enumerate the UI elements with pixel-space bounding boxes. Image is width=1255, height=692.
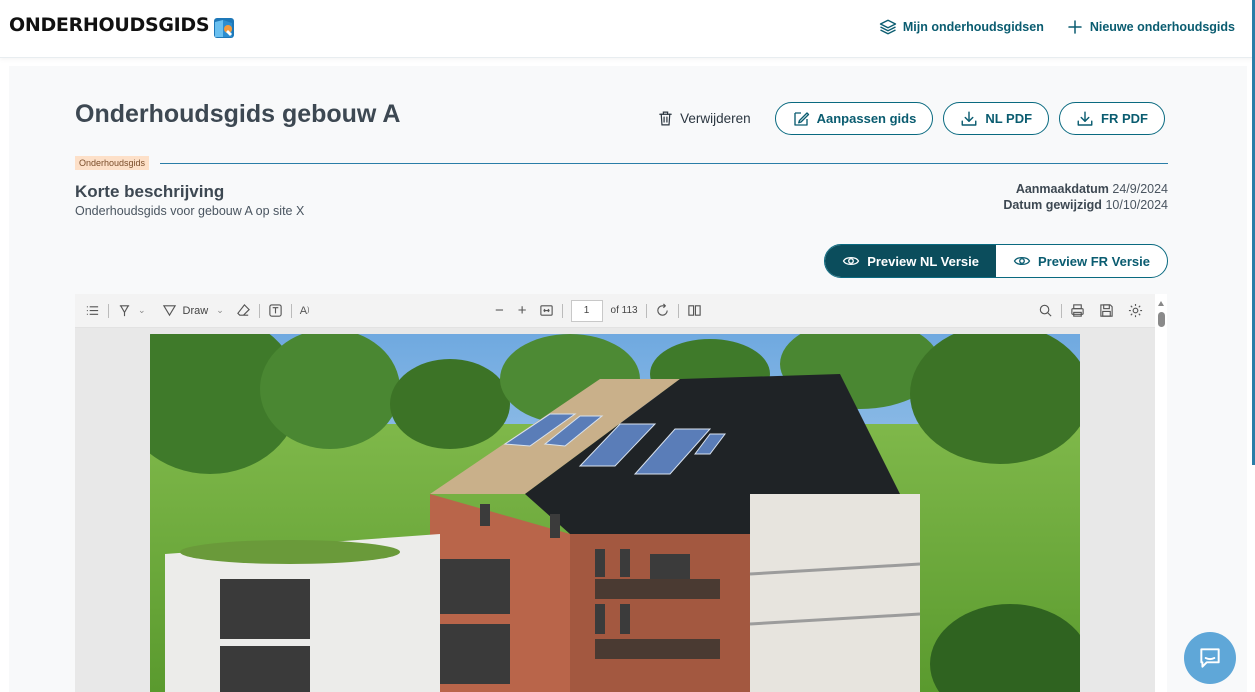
logo-icon [214,18,235,38]
edit-icon [793,111,809,126]
modified-label: Datum gewijzigd [1003,198,1102,212]
top-header: ONDERHOUDSGIDS Mijn onderhoudsgidsen Nie… [0,0,1255,58]
page-view-icon[interactable] [687,303,702,318]
preview-fr-button[interactable]: Preview FR Versie [996,245,1167,277]
description-text: Onderhoudsgids voor gebouw A op site X [75,204,305,218]
preview-nl-button[interactable]: Preview NL Versie [825,245,996,277]
new-guide-label: Nieuwe onderhoudsgids [1089,20,1235,34]
rotate-icon[interactable] [655,303,670,318]
save-icon[interactable] [1099,303,1114,318]
top-navigation: Mijn onderhoudsgidsen Nieuwe onderhoudsg… [879,18,1235,36]
pdf-toolbar: ⌄ Draw ⌄ A) − + 1 of 113 [75,294,1155,328]
toolbar-separator [561,303,563,318]
draw-icon[interactable] [162,303,177,318]
eye-icon [842,256,860,266]
logo-text: ONDERHOUDSGIDS [9,14,210,36]
new-guide-link[interactable]: Nieuwe onderhoudsgids [1066,18,1235,36]
scroll-thumb[interactable] [1158,312,1165,327]
building-illustration [150,334,1080,692]
toolbar-separator [258,303,260,318]
my-guides-label: Mijn onderhoudsgidsen [902,20,1044,34]
draw-label[interactable]: Draw [183,305,209,317]
scroll-up-arrow[interactable] [1158,301,1164,306]
fit-page-icon[interactable] [539,303,554,318]
edit-guide-button[interactable]: Aanpassen gids [774,102,934,135]
chat-button[interactable] [1184,632,1236,684]
chevron-down-icon[interactable]: ⌄ [216,305,224,316]
read-aloud-icon[interactable]: A) [300,305,310,317]
layers-icon [879,19,897,35]
chat-icon [1200,648,1220,668]
delete-label: Verwijderen [680,111,751,126]
search-icon[interactable] [1038,303,1053,318]
preview-language-toggle: Preview NL Versie Preview FR Versie [824,244,1168,278]
fr-pdf-button[interactable]: FR PDF [1059,102,1165,135]
eraser-icon[interactable] [236,303,251,318]
viewer-scrollbar[interactable] [1155,294,1167,692]
pdf-viewer: ⌄ Draw ⌄ A) − + 1 of 113 [75,294,1155,692]
toolbar-separator [108,303,109,318]
created-label: Aanmaakdatum [1015,182,1109,196]
trash-icon [659,111,672,126]
guide-actions: Verwijderen Aanpassen gids NL PDF FR PDF [643,102,1165,135]
toolbar-separator [677,303,679,318]
created-value: 24/9/2024 [1112,182,1168,196]
nl-pdf-button[interactable]: NL PDF [943,102,1050,135]
zoom-out-icon[interactable]: − [495,302,504,319]
page-total: of 113 [610,305,638,316]
created-row: Aanmaakdatum 24/9/2024 [1003,181,1168,197]
preview-nl-label: Preview NL Versie [867,253,979,269]
description-title: Korte beschrijving [75,182,225,201]
toolbar-separator [645,303,647,318]
page-title: Onderhoudsgids gebouw A [75,100,401,128]
delete-button[interactable]: Verwijderen [643,104,765,133]
page-number-input[interactable]: 1 [570,299,603,322]
text-box-icon[interactable] [268,303,283,318]
print-icon[interactable] [1070,303,1085,318]
pdf-page-image [150,334,1080,692]
guide-metadata: Aanmaakdatum 24/9/2024 Datum gewijzigd 1… [1003,181,1168,213]
logo[interactable]: ONDERHOUDSGIDS [9,12,238,38]
download-icon [1077,111,1093,126]
eye-icon [1013,256,1031,266]
edit-guide-label: Aanpassen gids [816,111,917,126]
toolbar-separator [290,303,292,318]
toolbar-separator [1061,303,1062,318]
preview-fr-label: Preview FR Versie [1037,253,1150,269]
modified-row: Datum gewijzigd 10/10/2024 [1003,197,1168,213]
zoom-in-icon[interactable]: + [518,302,527,319]
highlight-icon[interactable] [117,303,132,318]
nl-pdf-label: NL PDF [985,111,1033,126]
divider-line [160,163,1168,164]
fr-pdf-label: FR PDF [1101,111,1148,126]
toc-icon[interactable] [85,303,100,318]
settings-icon[interactable] [1128,303,1143,318]
chevron-down-icon[interactable]: ⌄ [138,305,146,316]
modified-value: 10/10/2024 [1105,198,1168,212]
download-icon [961,111,977,126]
category-tag: Onderhoudsgids [75,156,150,170]
plus-icon [1068,20,1082,34]
my-guides-link[interactable]: Mijn onderhoudsgidsen [879,18,1044,36]
